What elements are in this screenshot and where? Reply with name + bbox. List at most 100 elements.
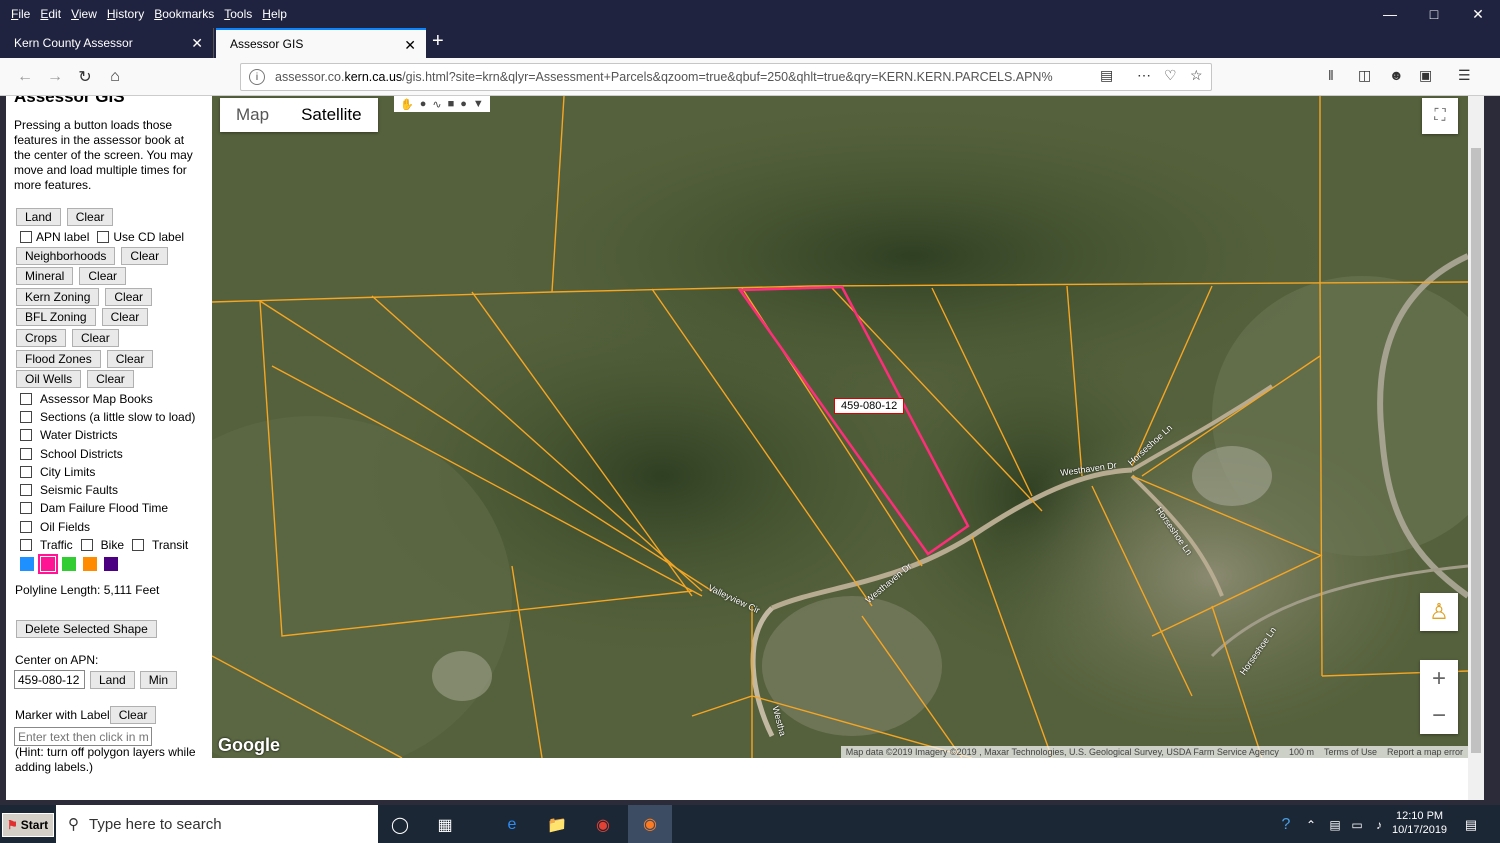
kern-zoning-button[interactable]: Kern Zoning xyxy=(16,288,100,306)
help-icon[interactable]: ? xyxy=(1275,814,1297,836)
library-icon[interactable]: ‖ xyxy=(1328,67,1334,83)
fullscreen-icon[interactable]: ⛶ xyxy=(1422,98,1458,134)
info-icon[interactable]: i xyxy=(249,69,265,85)
layer-checkbox[interactable] xyxy=(20,393,32,405)
street-view-pegman-icon[interactable]: ♙ xyxy=(1420,593,1458,631)
color-swatch-pink[interactable] xyxy=(38,554,58,574)
layer-checkbox[interactable] xyxy=(20,466,32,478)
use-cd-label-checkbox[interactable] xyxy=(97,231,110,243)
task-view-icon[interactable]: ▦ xyxy=(434,814,456,836)
oil-wells-button[interactable]: Oil Wells xyxy=(16,370,82,388)
neighborhoods-clear-button[interactable]: Clear xyxy=(121,247,169,265)
kern-zoning-clear-button[interactable]: Clear xyxy=(105,288,153,306)
more-actions-icon[interactable]: ⋯ xyxy=(1137,67,1151,84)
close-tab-icon[interactable]: ✕ xyxy=(404,37,416,54)
map-type-map-button[interactable]: Map xyxy=(220,98,285,132)
edge-icon[interactable]: e xyxy=(501,814,523,836)
delete-selected-shape-button[interactable]: Delete Selected Shape xyxy=(16,620,157,638)
flood-zones-clear-button[interactable]: Clear xyxy=(106,350,154,368)
menu-edit[interactable]: Edit xyxy=(35,7,66,21)
reader-view-icon[interactable]: ▤ xyxy=(1100,67,1113,84)
marker-clear-button[interactable]: Clear xyxy=(109,706,157,724)
sidebar-icon[interactable]: ◫ xyxy=(1358,67,1371,84)
scale-bar[interactable]: 100 m xyxy=(1284,747,1319,757)
back-icon[interactable]: ← xyxy=(14,66,36,88)
hand-icon[interactable]: ✋ xyxy=(400,98,414,111)
crops-button[interactable]: Crops xyxy=(16,329,67,347)
center-min-button[interactable]: Min xyxy=(139,670,178,689)
close-tab-icon[interactable]: ✕ xyxy=(191,35,203,52)
layer-checkbox[interactable] xyxy=(20,448,32,460)
tab-kern-county-assessor[interactable]: Kern County Assessor ✕ xyxy=(0,28,214,58)
color-swatch-purple[interactable] xyxy=(104,557,118,571)
start-button[interactable]: ⚑ Start xyxy=(2,813,54,837)
polygon-icon[interactable]: ▼ xyxy=(473,98,484,110)
chrome-icon[interactable]: ◉ xyxy=(592,814,614,836)
marker-label-input[interactable] xyxy=(14,727,152,746)
bike-checkbox[interactable] xyxy=(80,539,93,551)
zoom-out-icon[interactable]: − xyxy=(1432,697,1446,734)
menu-bookmarks[interactable]: Bookmarks xyxy=(149,7,219,21)
menu-history[interactable]: History xyxy=(102,7,149,21)
taskbar-search[interactable]: ⚲ Type here to search xyxy=(56,805,378,843)
zoom-in-icon[interactable]: + xyxy=(1432,660,1446,697)
layer-checkbox[interactable] xyxy=(20,502,32,514)
bfl-zoning-clear-button[interactable]: Clear xyxy=(101,308,149,326)
layer-checkbox[interactable] xyxy=(20,411,32,423)
center-land-button[interactable]: Land xyxy=(90,670,135,689)
reload-icon[interactable]: ↻ xyxy=(74,66,96,88)
firefox-icon[interactable]: ◉ xyxy=(628,805,672,843)
layer-checkbox[interactable] xyxy=(20,484,32,496)
menu-file[interactable]: File xyxy=(6,7,35,21)
transit-checkbox[interactable] xyxy=(132,539,145,551)
neighborhoods-button[interactable]: Neighborhoods xyxy=(16,247,116,265)
menu-help[interactable]: Help xyxy=(257,7,292,21)
account-icon[interactable]: ☻ xyxy=(1389,67,1404,83)
cortana-icon[interactable]: ◯ xyxy=(389,814,411,836)
circle-icon[interactable]: ● xyxy=(460,98,467,110)
pocket-icon[interactable]: ♡ xyxy=(1164,67,1177,84)
volume-icon[interactable]: ♪ xyxy=(1368,814,1390,836)
marker-icon[interactable]: ● xyxy=(420,98,427,110)
menu-view[interactable]: View xyxy=(66,7,102,21)
land-button[interactable]: Land xyxy=(16,208,61,226)
rectangle-icon[interactable]: ■ xyxy=(448,98,455,110)
close-window-icon[interactable]: ✕ xyxy=(1456,0,1500,28)
extension-icon[interactable]: ▣ xyxy=(1419,67,1432,84)
layer-checkbox[interactable] xyxy=(20,521,32,533)
land-clear-button[interactable]: Clear xyxy=(66,208,114,226)
tray-chevron-icon[interactable]: ⌃ xyxy=(1300,814,1322,836)
color-swatch-orange[interactable] xyxy=(83,557,97,571)
forward-icon[interactable]: → xyxy=(44,66,66,88)
notifications-icon[interactable]: ▤ xyxy=(1460,814,1482,836)
mineral-button[interactable]: Mineral xyxy=(16,267,74,285)
menu-tools[interactable]: Tools xyxy=(219,7,257,21)
vertical-scrollbar[interactable] xyxy=(1468,96,1484,800)
mineral-clear-button[interactable]: Clear xyxy=(79,267,127,285)
home-icon[interactable]: ⌂ xyxy=(104,66,126,88)
apn-label-checkbox[interactable] xyxy=(20,231,32,243)
traffic-checkbox[interactable] xyxy=(20,539,32,551)
apn-input[interactable] xyxy=(14,670,85,689)
color-swatch-blue[interactable] xyxy=(20,557,34,571)
new-tab-icon[interactable]: + xyxy=(432,30,444,53)
map-type-satellite-button[interactable]: Satellite xyxy=(285,98,377,132)
address-bar[interactable]: i assessor.co. kern.ca.us/gis.html?site=k… xyxy=(240,63,1212,91)
network-icon[interactable]: ▤ xyxy=(1324,814,1346,836)
map-canvas[interactable]: Map Satellite ✋ ● ∿ ■ ● ▼ ⛶ ♙ + − 459-08… xyxy=(212,96,1468,758)
flood-zones-button[interactable]: Flood Zones xyxy=(16,350,101,368)
crops-clear-button[interactable]: Clear xyxy=(72,329,119,347)
report-error-link[interactable]: Report a map error xyxy=(1382,747,1468,757)
system-clock[interactable]: 12:10 PM 10/17/2019 xyxy=(1392,809,1447,837)
bfl-zoning-button[interactable]: BFL Zoning xyxy=(16,308,96,326)
maximize-icon[interactable]: □ xyxy=(1412,0,1456,28)
menu-hamburger-icon[interactable]: ☰ xyxy=(1458,67,1471,84)
bookmark-star-icon[interactable]: ☆ xyxy=(1190,67,1203,84)
minimize-icon[interactable]: — xyxy=(1368,0,1412,28)
color-swatch-green[interactable] xyxy=(62,557,76,571)
battery-icon[interactable]: ▭ xyxy=(1346,814,1368,836)
file-explorer-icon[interactable]: 📁 xyxy=(546,814,568,836)
terms-link[interactable]: Terms of Use xyxy=(1319,747,1382,757)
layer-checkbox[interactable] xyxy=(20,429,32,441)
oil-wells-clear-button[interactable]: Clear xyxy=(87,370,134,388)
